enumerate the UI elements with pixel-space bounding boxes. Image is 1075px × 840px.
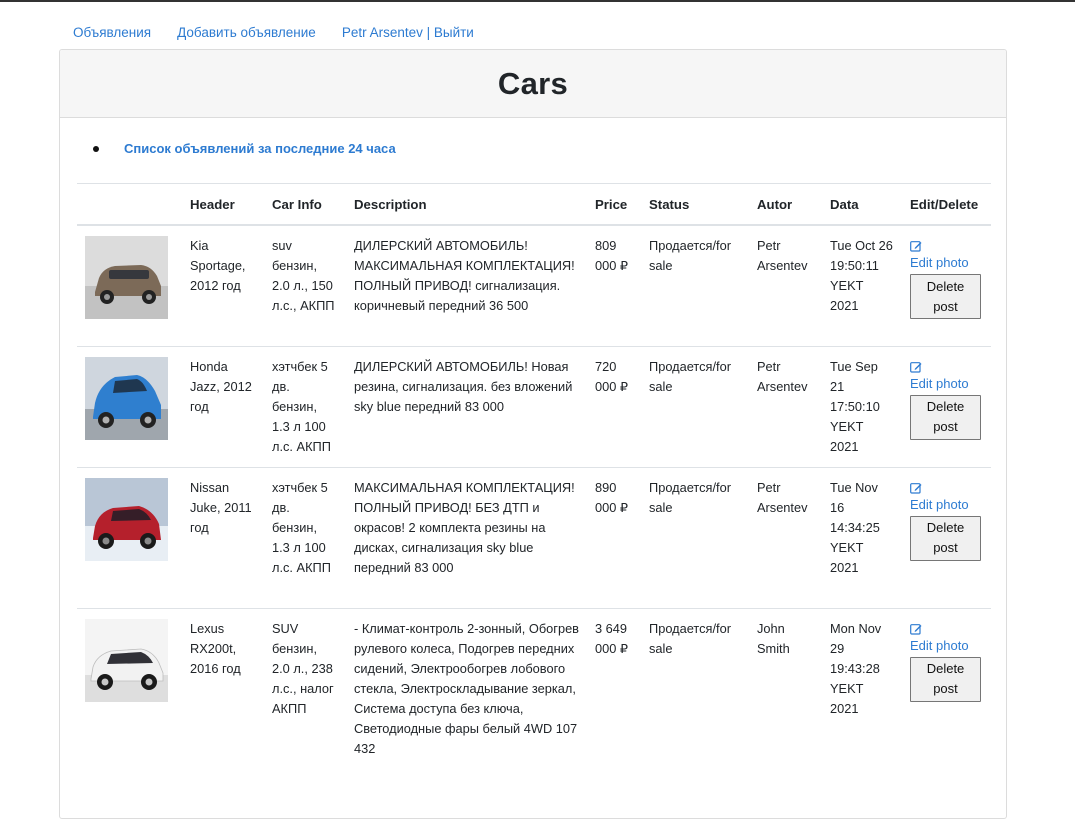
table-header-row: Header Car Info Description Price Status… — [77, 183, 991, 226]
bullet-icon — [93, 145, 99, 152]
car-date-cell: Tue Oct 26 19:50:11 YEKT 2021 — [822, 225, 902, 347]
car-info-cell: хэтчбек 5 дв. бензин, 1.3 л 100 л.с. АКП… — [264, 467, 346, 609]
cars-table: Header Car Info Description Price Status… — [77, 183, 991, 789]
cars-card: Cars Список объявлений за последние 24 ч… — [59, 49, 1007, 819]
edit-icon[interactable] — [910, 482, 922, 494]
page-title: Cars — [497, 65, 569, 101]
edit-photo-link[interactable]: Edit photo — [910, 374, 983, 394]
car-info-cell: хэтчбек 5 дв. бензин, 1.3 л 100 л.с. АКП… — [264, 346, 346, 468]
car-header-cell: Honda Jazz, 2012 год — [182, 346, 264, 468]
edit-photo-link[interactable]: Edit photo — [910, 253, 983, 273]
edit-icon[interactable] — [910, 361, 922, 373]
delete-post-button[interactable]: Delete post — [910, 656, 981, 702]
top-nav: Объявления Добавить объявление Petr Arse… — [60, 22, 487, 44]
car-price-cell: 890 000 ₽ — [587, 467, 641, 609]
column-header-data: Data — [822, 183, 902, 226]
car-autor-cell: Petr Arsentev — [749, 467, 822, 609]
nav-user-logout-link[interactable]: Petr Arsentev | Выйти — [329, 23, 487, 43]
car-photo-cell — [77, 346, 182, 468]
car-photo-icon — [85, 236, 168, 319]
card-header: Cars — [60, 50, 1006, 118]
car-photo-icon — [85, 618, 168, 702]
nav-add-ad-link[interactable]: Добавить объявление — [164, 23, 329, 43]
table-row: Nissan Juke, 2011 год хэтчбек 5 дв. бенз… — [77, 467, 991, 609]
car-description-cell: - Климат-контроль 2-зонный, Обогрев руле… — [354, 620, 579, 756]
car-date-cell: Mon Nov 29 19:43:28 YEKT 2021 — [830, 620, 882, 716]
car-autor-cell: John Smith — [757, 620, 790, 656]
car-header-cell: Kia Sportage, 2012 год — [182, 225, 264, 347]
recent-ads-link[interactable]: Список объявлений за последние 24 часа — [124, 141, 396, 156]
car-header-cell: Lexus RX200t, 2016 год — [190, 620, 241, 676]
column-header-status: Status — [641, 183, 749, 226]
car-info-cell: suv бензин, 2.0 л., 150 л.с., АКПП — [264, 225, 346, 347]
car-date-cell: Tue Nov 16 14:34:25 YEKT 2021 — [822, 467, 902, 609]
car-autor-cell: Petr Arsentev — [749, 225, 822, 347]
car-status-cell: Продается/for sale — [649, 620, 731, 656]
car-actions-cell: Edit photo Delete post — [902, 346, 991, 468]
car-autor-cell: Petr Arsentev — [749, 346, 822, 468]
recent-ads-list: Список объявлений за последние 24 часа — [93, 141, 396, 156]
edit-photo-link[interactable]: Edit photo — [910, 495, 983, 515]
car-status-cell: Продается/for sale — [641, 467, 749, 609]
nav-ads-link[interactable]: Объявления — [60, 23, 164, 43]
car-date-cell: Tue Sep 21 17:50:10 YEKT 2021 — [822, 346, 902, 468]
car-actions-cell: Edit photo Delete post — [902, 467, 991, 609]
column-header-edit-delete: Edit/Delete — [902, 183, 991, 226]
car-description-cell: ДИЛЕРСКИЙ АВТОМОБИЛЬ! Новая резина, сигн… — [346, 346, 587, 468]
car-actions-cell: Edit photo Delete post — [902, 608, 991, 789]
car-header-cell: Nissan Juke, 2011 год — [182, 467, 264, 609]
car-photo-cell — [77, 225, 182, 347]
list-item: Список объявлений за последние 24 часа — [93, 141, 396, 156]
edit-icon[interactable] — [910, 623, 922, 635]
table-row: Kia Sportage, 2012 год suv бензин, 2.0 л… — [77, 225, 991, 347]
column-header-description: Description — [346, 183, 587, 226]
column-header-image — [77, 183, 182, 226]
table-row: Lexus RX200t, 2016 год SUV бензин, 2.0 л… — [77, 608, 991, 789]
car-price-cell: 720 000 ₽ — [587, 346, 641, 468]
edit-photo-link[interactable]: Edit photo — [910, 636, 983, 656]
car-status-cell: Продается/for sale — [641, 346, 749, 468]
delete-post-button[interactable]: Delete post — [910, 394, 981, 440]
delete-post-button[interactable]: Delete post — [910, 515, 981, 561]
car-photo-icon — [85, 477, 168, 561]
table-row: Honda Jazz, 2012 год хэтчбек 5 дв. бензи… — [77, 346, 991, 468]
column-header-car-info: Car Info — [264, 183, 346, 226]
car-photo-icon — [85, 356, 168, 440]
car-price-cell: 809 000 ₽ — [587, 225, 641, 347]
column-header-header: Header — [182, 183, 264, 226]
column-header-autor: Autor — [749, 183, 822, 226]
car-info-cell: SUV бензин, 2.0 л., 238 л.с., налог АКПП — [272, 620, 334, 716]
car-actions-cell: Edit photo Delete post — [902, 225, 991, 347]
car-description-cell: ДИЛЕРСКИЙ АВТОМОБИЛЬ! МАКСИМАЛЬНАЯ КОМПЛ… — [346, 225, 587, 347]
car-description-cell: МАКСИМАЛЬНАЯ КОМПЛЕКТАЦИЯ! ПОЛНЫЙ ПРИВОД… — [346, 467, 587, 609]
edit-icon[interactable] — [910, 240, 922, 252]
window-top-border — [0, 0, 1075, 2]
car-price-cell: 3 649 000 ₽ — [595, 620, 629, 656]
delete-post-button[interactable]: Delete post — [910, 274, 981, 319]
car-photo-cell — [77, 608, 182, 789]
car-status-cell: Продается/for sale — [641, 225, 749, 347]
column-header-price: Price — [587, 183, 641, 226]
car-photo-cell — [77, 467, 182, 609]
